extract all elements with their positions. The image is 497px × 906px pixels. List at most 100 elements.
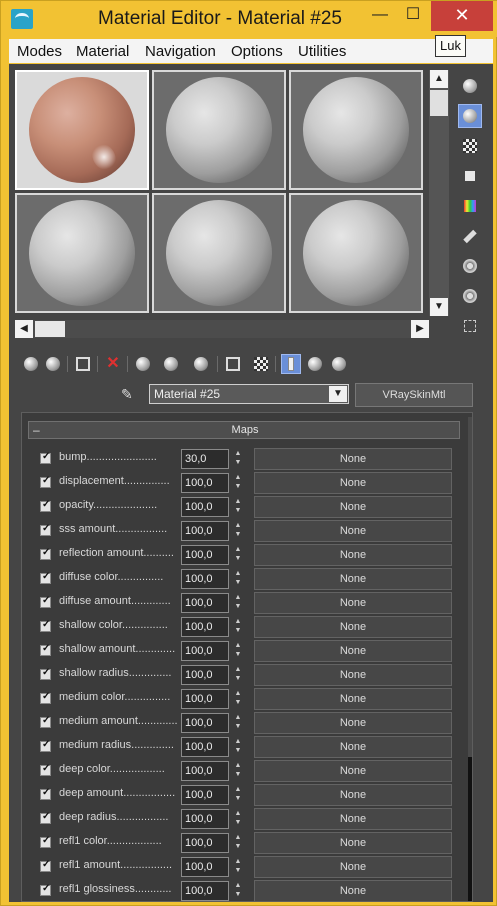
map-enabled-checkbox[interactable]	[40, 883, 51, 896]
title-bar[interactable]: Material Editor - Material #25 — ☐ ✕	[1, 1, 497, 37]
spinner-arrows-icon[interactable]: ▲ ▼	[233, 761, 243, 781]
scroll-down-icon[interactable]: ▼	[430, 298, 448, 316]
map-slot-button[interactable]: None	[254, 856, 452, 878]
map-enabled-checkbox[interactable]	[40, 835, 51, 848]
map-slot-button[interactable]: None	[254, 736, 452, 758]
map-amount-field[interactable]: 30,0	[181, 449, 229, 469]
material-id-channel-icon[interactable]	[191, 354, 211, 374]
show-shaded-in-viewport-icon[interactable]	[223, 354, 243, 374]
put-to-scene-icon[interactable]	[43, 354, 63, 374]
get-material-icon[interactable]	[21, 354, 41, 374]
map-enabled-checkbox[interactable]	[40, 451, 51, 464]
sample-slot-3[interactable]	[289, 70, 423, 190]
sample-type-icon[interactable]	[458, 74, 482, 98]
map-enabled-checkbox[interactable]	[40, 859, 51, 872]
slots-vertical-scrollbar[interactable]: ▲ ▼	[429, 70, 449, 316]
map-enabled-checkbox[interactable]	[40, 715, 51, 728]
map-enabled-checkbox[interactable]	[40, 571, 51, 584]
slots-horizontal-scrollbar[interactable]: ◀ ▶	[15, 320, 429, 338]
map-slot-button[interactable]: None	[254, 640, 452, 662]
map-amount-field[interactable]: 100,0	[181, 833, 229, 853]
rollout-scrollbar[interactable]	[468, 417, 472, 901]
menu-navigation[interactable]: Navigation	[145, 43, 216, 60]
reset-map-icon[interactable]: ✕	[103, 354, 123, 374]
close-button[interactable]: ✕	[431, 1, 493, 31]
map-amount-field[interactable]: 100,0	[181, 737, 229, 757]
map-amount-field[interactable]: 100,0	[181, 713, 229, 733]
spinner-arrows-icon[interactable]: ▲ ▼	[233, 857, 243, 877]
map-enabled-checkbox[interactable]	[40, 811, 51, 824]
menu-modes[interactable]: Modes	[17, 43, 62, 60]
maps-rollout-header[interactable]: – Maps	[28, 421, 460, 439]
map-slot-button[interactable]: None	[254, 496, 452, 518]
map-enabled-checkbox[interactable]	[40, 739, 51, 752]
video-color-check-icon[interactable]	[458, 194, 482, 218]
map-slot-button[interactable]: None	[254, 568, 452, 590]
map-enabled-checkbox[interactable]	[40, 475, 51, 488]
spinner-arrows-icon[interactable]: ▲ ▼	[233, 881, 243, 901]
spinner-arrows-icon[interactable]: ▲ ▼	[233, 785, 243, 805]
map-slot-button[interactable]: None	[254, 880, 452, 901]
map-amount-field[interactable]: 100,0	[181, 545, 229, 565]
spinner-arrows-icon[interactable]: ▲ ▼	[233, 833, 243, 853]
map-enabled-checkbox[interactable]	[40, 547, 51, 560]
sample-slot-6[interactable]	[289, 193, 423, 313]
spinner-arrows-icon[interactable]: ▲ ▼	[233, 569, 243, 589]
map-enabled-checkbox[interactable]	[40, 667, 51, 680]
scroll-right-icon[interactable]: ▶	[411, 320, 429, 338]
map-enabled-checkbox[interactable]	[40, 763, 51, 776]
map-enabled-checkbox[interactable]	[40, 619, 51, 632]
material-map-navigator-icon[interactable]	[458, 314, 482, 338]
sample-slot-4[interactable]	[15, 193, 149, 313]
spinner-arrows-icon[interactable]: ▲ ▼	[233, 449, 243, 469]
map-amount-field[interactable]: 100,0	[181, 881, 229, 901]
map-amount-field[interactable]: 100,0	[181, 689, 229, 709]
map-enabled-checkbox[interactable]	[40, 787, 51, 800]
map-amount-field[interactable]: 100,0	[181, 641, 229, 661]
map-amount-field[interactable]: 100,0	[181, 665, 229, 685]
assign-to-selection-icon[interactable]	[73, 354, 93, 374]
map-amount-field[interactable]: 100,0	[181, 785, 229, 805]
map-amount-field[interactable]: 100,0	[181, 761, 229, 781]
map-slot-button[interactable]: None	[254, 832, 452, 854]
spinner-arrows-icon[interactable]: ▲ ▼	[233, 809, 243, 829]
spinner-arrows-icon[interactable]: ▲ ▼	[233, 737, 243, 757]
spinner-arrows-icon[interactable]: ▲ ▼	[233, 497, 243, 517]
material-type-button[interactable]: VRaySkinMtl	[355, 383, 473, 407]
show-end-result-icon[interactable]	[251, 354, 271, 374]
make-unique-icon[interactable]	[133, 354, 153, 374]
background-checker-icon[interactable]	[458, 134, 482, 158]
pick-material-icon[interactable]	[329, 354, 349, 374]
sample-uv-tiling-icon[interactable]	[458, 164, 482, 188]
map-enabled-checkbox[interactable]	[40, 643, 51, 656]
map-slot-button[interactable]: None	[254, 688, 452, 710]
spinner-arrows-icon[interactable]: ▲ ▼	[233, 617, 243, 637]
map-slot-button[interactable]: None	[254, 520, 452, 542]
map-slot-button[interactable]: None	[254, 664, 452, 686]
sample-slot-5[interactable]	[152, 193, 286, 313]
map-enabled-checkbox[interactable]	[40, 499, 51, 512]
spinner-arrows-icon[interactable]: ▲ ▼	[233, 641, 243, 661]
map-slot-button[interactable]: None	[254, 544, 452, 566]
options-icon[interactable]	[458, 254, 482, 278]
map-enabled-checkbox[interactable]	[40, 691, 51, 704]
go-to-parent-icon[interactable]	[281, 354, 301, 374]
scroll-thumb[interactable]	[468, 757, 472, 901]
spinner-arrows-icon[interactable]: ▲ ▼	[233, 473, 243, 493]
map-slot-button[interactable]: None	[254, 616, 452, 638]
sample-slot-1[interactable]	[15, 70, 149, 190]
select-by-material-icon[interactable]	[458, 284, 482, 308]
backlight-icon[interactable]	[458, 104, 482, 128]
map-enabled-checkbox[interactable]	[40, 523, 51, 536]
map-amount-field[interactable]: 100,0	[181, 569, 229, 589]
pick-material-from-object-icon[interactable]: ✎	[121, 386, 137, 402]
map-slot-button[interactable]: None	[254, 808, 452, 830]
chevron-down-icon[interactable]: ▼	[329, 386, 347, 402]
spinner-arrows-icon[interactable]: ▲ ▼	[233, 545, 243, 565]
go-forward-to-sibling-icon[interactable]	[305, 354, 325, 374]
menu-utilities[interactable]: Utilities	[298, 43, 346, 60]
make-preview-icon[interactable]	[458, 224, 482, 248]
map-slot-button[interactable]: None	[254, 760, 452, 782]
spinner-arrows-icon[interactable]: ▲ ▼	[233, 713, 243, 733]
map-slot-button[interactable]: None	[254, 784, 452, 806]
